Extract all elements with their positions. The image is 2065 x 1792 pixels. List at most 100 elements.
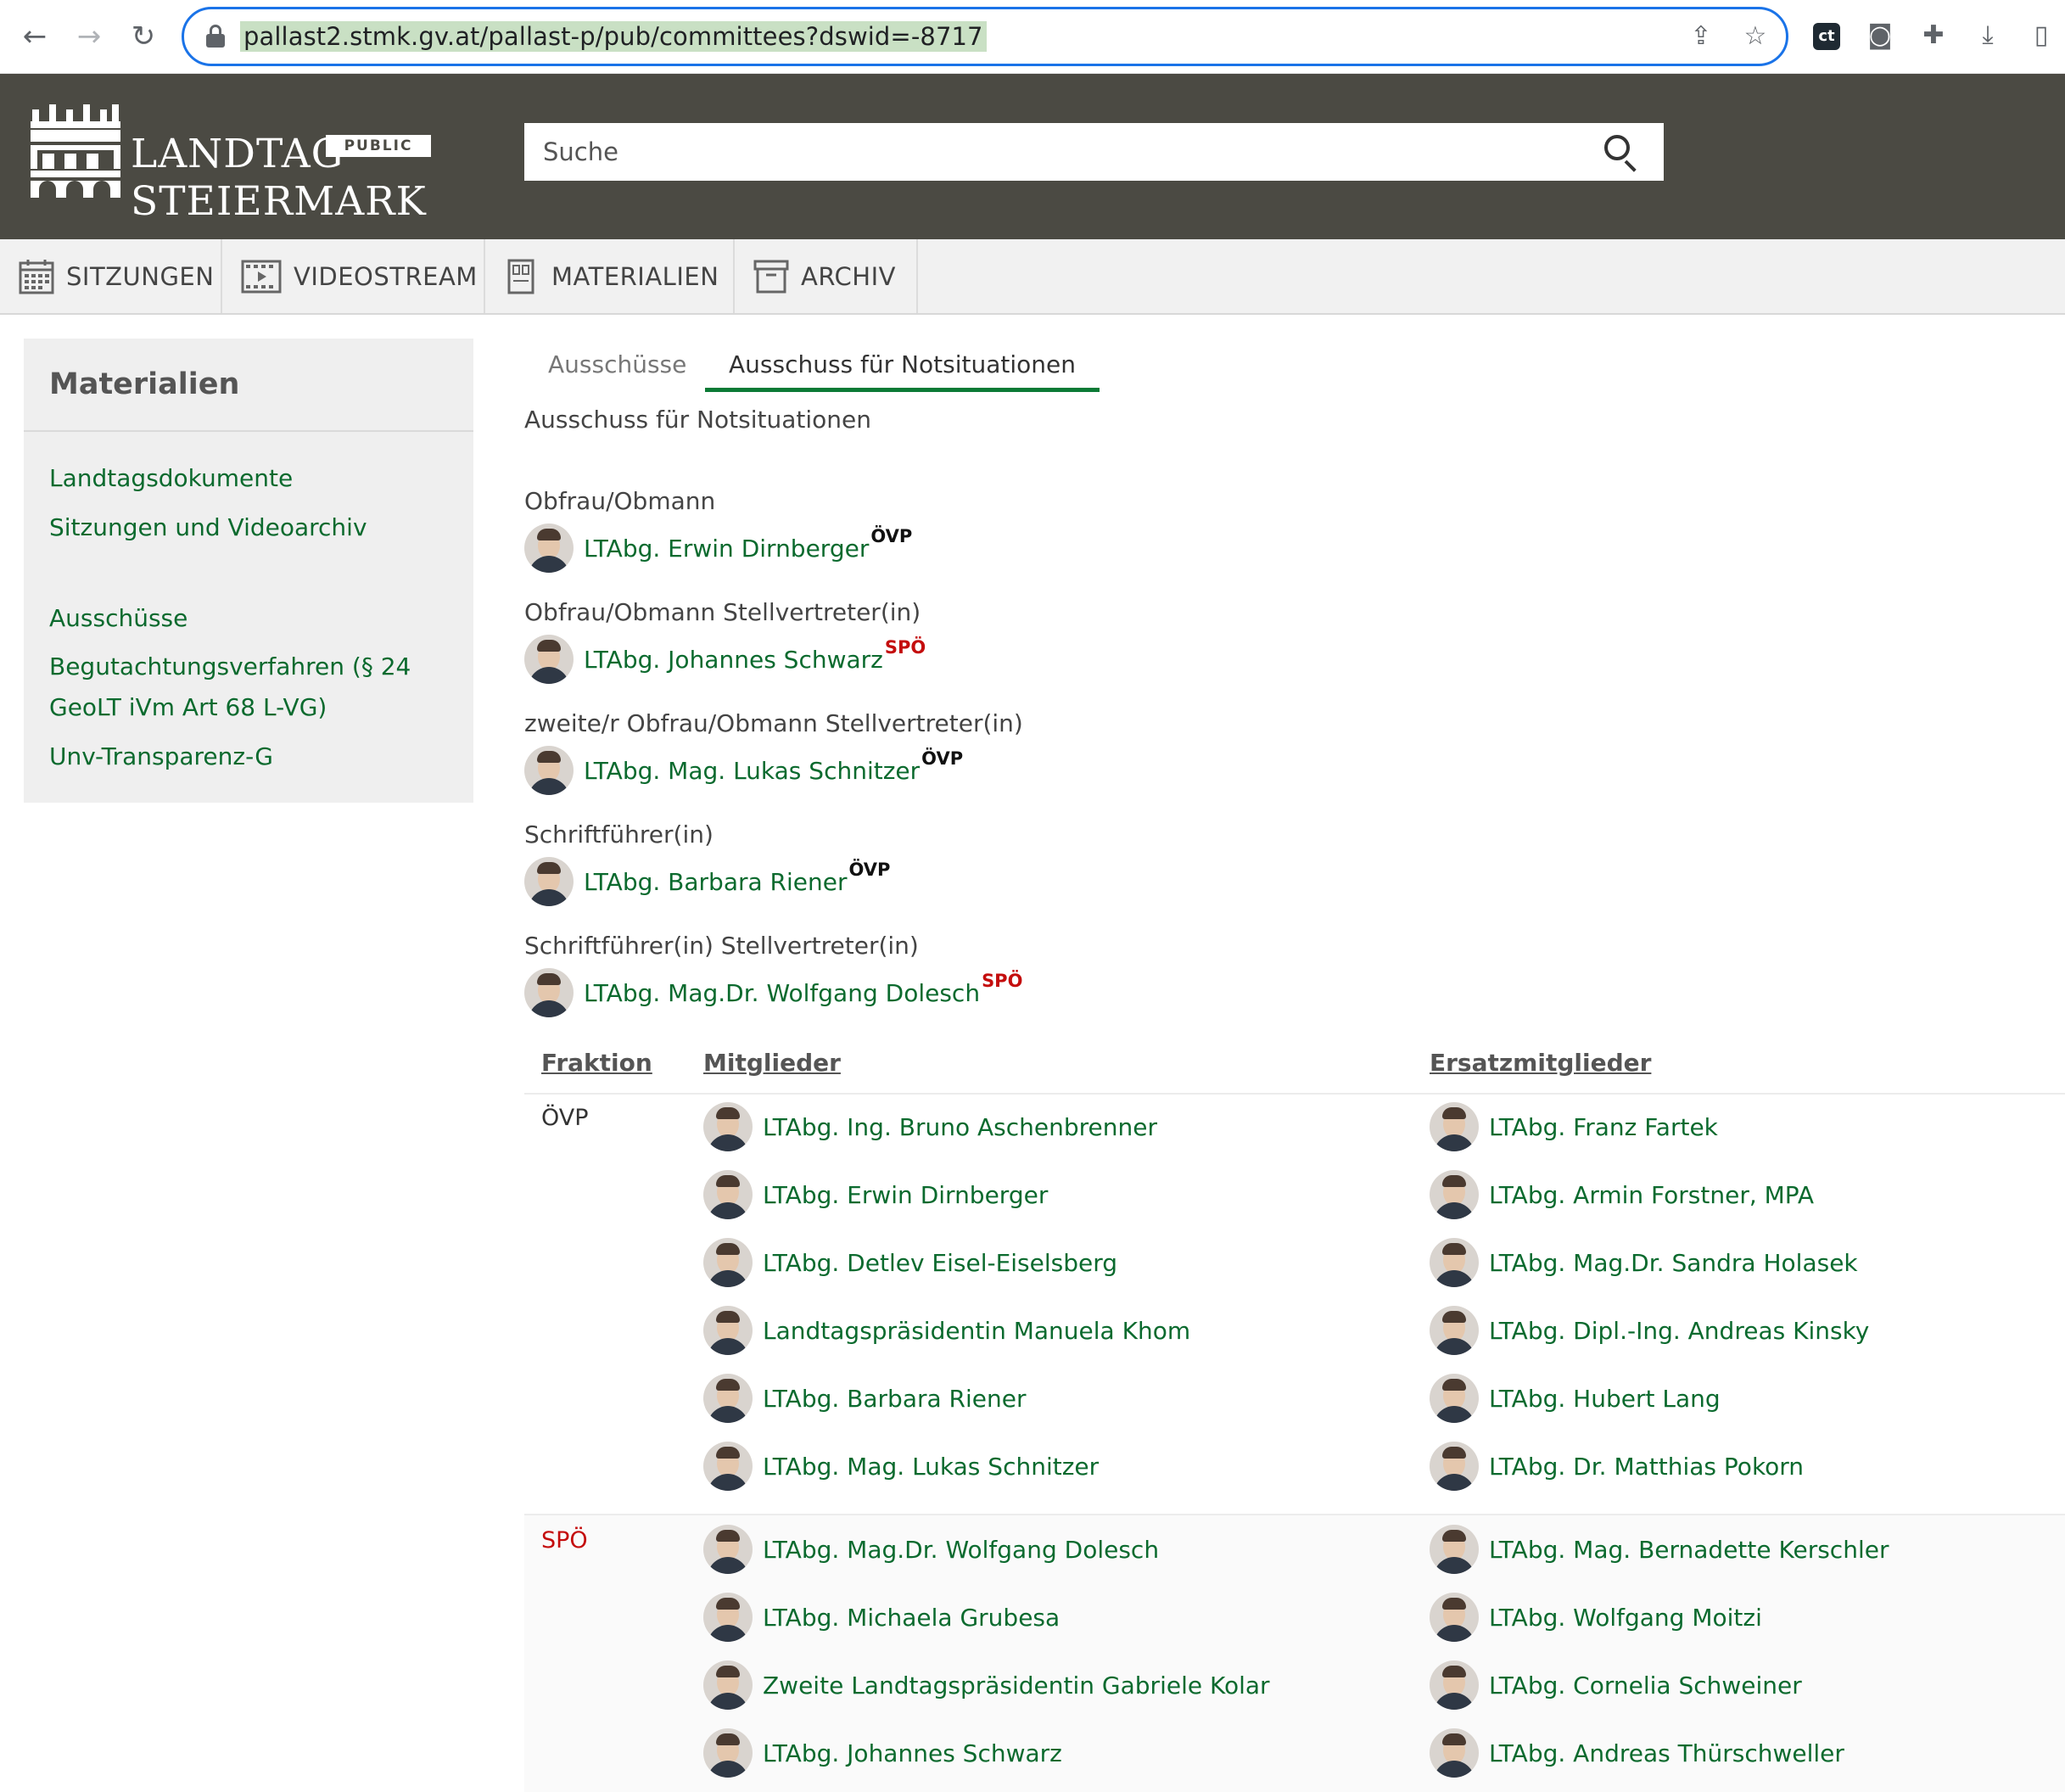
member-row[interactable]: LTAbg. Johannes Schwarz [703,1728,1062,1778]
substitute-row[interactable]: LTAbg. Hubert Lang [1430,1373,1721,1424]
puzzle-extensions-icon[interactable]: ✚ [1917,19,1950,53]
person-name-link[interactable]: LTAbg. Barbara Riener [584,868,848,896]
member-name-link[interactable]: LTAbg. Mag. Lukas Schnitzer [763,1453,1099,1481]
logo-text-steiermark: STEIERMARK [131,178,427,225]
column-header-fraktion[interactable]: Fraktion [541,1049,652,1077]
back-arrow-icon[interactable]: ← [15,17,54,56]
forward-arrow-icon[interactable]: → [70,17,109,56]
member-name-link[interactable]: LTAbg. Barbara Riener [763,1385,1027,1413]
substitute-row[interactable]: LTAbg. Cornelia Schweiner [1430,1660,1802,1711]
fraktion-label: SPÖ [541,1527,588,1554]
sidebar-link-begutachtungsverfahren[interactable]: Begutachtungsverfahren (§ 24 [49,647,411,687]
avatar [1430,1306,1479,1355]
sidebar-link-ausschuesse[interactable]: Ausschüsse [49,598,187,639]
party-label: SPÖ [884,637,926,658]
nav-label: MATERIALIEN [551,261,719,291]
substitute-name-link[interactable]: LTAbg. Dipl.-Ing. Andreas Kinsky [1489,1317,1869,1345]
member-row[interactable]: Landtagspräsidentin Manuela Khom [703,1305,1190,1356]
role-person[interactable]: LTAbg. Erwin Dirnberger ÖVP [524,523,912,574]
person-name-link[interactable]: LTAbg. Mag.Dr. Wolfgang Dolesch [584,979,980,1007]
substitute-row[interactable]: LTAbg. Franz Fartek [1430,1101,1718,1152]
substitute-row[interactable]: LTAbg. Dipl.-Ing. Andreas Kinsky [1430,1305,1869,1356]
nav-item-materialien[interactable]: MATERIALIEN [485,239,735,313]
sidebar-link-unv-transparenz[interactable]: Unv-Transparenz-G [49,736,273,777]
substitute-name-link[interactable]: LTAbg. Mag.Dr. Sandra Holasek [1489,1249,1858,1277]
avatar [703,1728,753,1778]
role-person[interactable]: LTAbg. Johannes Schwarz SPÖ [524,634,926,685]
substitute-row[interactable]: LTAbg. Dr. Matthias Pokorn [1430,1441,1804,1492]
avatar [1430,1374,1479,1423]
role-label: zweite/r Obfrau/Obmann Stellvertreter(in… [524,709,1023,737]
tab-label: Ausschuss für Notsituationen [729,350,1076,378]
avatar [703,1170,753,1219]
sidebar-link-landtagsdokumente[interactable]: Landtagsdokumente [49,458,293,499]
sidepanel-icon[interactable]: ▯ [2024,19,2058,53]
member-row[interactable]: LTAbg. Barbara Riener [703,1373,1027,1424]
role-person[interactable]: LTAbg. Mag.Dr. Wolfgang Dolesch SPÖ [524,967,1022,1018]
nav-item-archiv[interactable]: ARCHIV [735,239,918,313]
person-name-link[interactable]: LTAbg. Johannes Schwarz [584,646,883,674]
substitute-name-link[interactable]: LTAbg. Franz Fartek [1489,1113,1718,1141]
member-name-link[interactable]: LTAbg. Johannes Schwarz [763,1739,1062,1767]
logo-text-landtag: LANDTAG [131,131,344,177]
member-row[interactable]: LTAbg. Mag. Lukas Schnitzer [703,1441,1099,1492]
member-row[interactable]: LTAbg. Michaela Grubesa [703,1592,1060,1643]
nav-item-videostream[interactable]: VIDEOSTREAM [222,239,485,313]
substitute-name-link[interactable]: LTAbg. Mag. Bernadette Kerschler [1489,1536,1889,1564]
avatar [524,968,574,1017]
nav-label: VIDEOSTREAM [294,261,478,291]
tab-ausschuss-notsituationen[interactable]: Ausschuss für Notsituationen [705,343,1100,392]
tab-ausschuesse[interactable]: Ausschüsse [548,343,686,387]
extension-ct-icon[interactable]: ct [1813,23,1840,50]
substitute-row[interactable]: LTAbg. Wolfgang Moitzi [1430,1592,1762,1643]
bookmark-star-icon[interactable]: ☆ [1740,21,1771,52]
sidebar-header: Materialien [24,339,473,432]
member-name-link[interactable]: LTAbg. Ing. Bruno Aschenbrenner [763,1113,1157,1141]
person-name-link[interactable]: LTAbg. Erwin Dirnberger [584,535,869,563]
camera-icon[interactable]: ◙ [1863,19,1897,53]
member-row[interactable]: LTAbg. Erwin Dirnberger [703,1169,1048,1220]
member-row[interactable]: LTAbg. Mag.Dr. Wolfgang Dolesch [703,1524,1159,1575]
person-name-link[interactable]: LTAbg. Mag. Lukas Schnitzer [584,757,920,785]
substitute-row[interactable]: LTAbg. Andreas Thürschweller [1430,1728,1844,1778]
sidebar-link-sitzungen-videoarchiv[interactable]: Sitzungen und Videoarchiv [49,507,367,548]
member-row[interactable]: Zweite Landtagspräsidentin Gabriele Kola… [703,1660,1270,1711]
member-name-link[interactable]: LTAbg. Michaela Grubesa [763,1604,1060,1632]
avatar [703,1374,753,1423]
substitute-name-link[interactable]: LTAbg. Andreas Thürschweller [1489,1739,1844,1767]
landtag-logo[interactable]: LANDTAG STEIERMARK PUBLIC [31,104,441,225]
member-name-link[interactable]: Landtagspräsidentin Manuela Khom [763,1317,1190,1345]
share-icon[interactable]: ⇪ [1686,21,1716,52]
nav-item-sitzungen[interactable]: SITZUNGEN [0,239,222,313]
member-name-link[interactable]: LTAbg. Mag.Dr. Wolfgang Dolesch [763,1536,1159,1564]
substitute-name-link[interactable]: LTAbg. Dr. Matthias Pokorn [1489,1453,1804,1481]
substitute-row[interactable]: LTAbg. Mag.Dr. Sandra Holasek [1430,1237,1858,1288]
column-header-ersatzmitglieder[interactable]: Ersatzmitglieder [1430,1049,1651,1077]
url-text[interactable]: pallast2.stmk.gv.at/pallast-p/pub/commit… [240,21,987,52]
download-icon[interactable]: ⤓ [1971,19,2005,53]
lock-icon[interactable] [206,25,225,48]
avatar [703,1102,753,1151]
role-person[interactable]: LTAbg. Barbara Riener ÖVP [524,856,890,907]
member-name-link[interactable]: LTAbg. Erwin Dirnberger [763,1181,1048,1209]
reload-icon[interactable]: ↻ [124,17,163,56]
substitute-row[interactable]: LTAbg. Mag. Bernadette Kerschler [1430,1524,1889,1575]
substitute-name-link[interactable]: LTAbg. Armin Forstner, MPA [1489,1181,1814,1209]
substitute-name-link[interactable]: LTAbg. Cornelia Schweiner [1489,1672,1802,1700]
avatar [524,635,574,684]
substitute-name-link[interactable]: LTAbg. Hubert Lang [1489,1385,1721,1413]
column-header-mitglieder[interactable]: Mitglieder [703,1049,841,1077]
address-bar[interactable]: pallast2.stmk.gv.at/pallast-p/pub/commit… [182,7,1788,66]
member-row[interactable]: LTAbg. Ing. Bruno Aschenbrenner [703,1101,1157,1152]
substitute-name-link[interactable]: LTAbg. Wolfgang Moitzi [1489,1604,1762,1632]
search-icon[interactable] [1604,135,1638,172]
avatar [1430,1660,1479,1710]
avatar [703,1306,753,1355]
member-row[interactable]: LTAbg. Detlev Eisel-Eiselsberg [703,1237,1117,1288]
role-person[interactable]: LTAbg. Mag. Lukas Schnitzer ÖVP [524,745,963,796]
search-input[interactable] [524,123,1593,181]
member-name-link[interactable]: LTAbg. Detlev Eisel-Eiselsberg [763,1249,1117,1277]
substitute-row[interactable]: LTAbg. Armin Forstner, MPA [1430,1169,1814,1220]
sidebar-link-begutachtungsverfahren-line2[interactable]: GeoLT iVm Art 68 L-VG) [49,687,327,728]
member-name-link[interactable]: Zweite Landtagspräsidentin Gabriele Kola… [763,1672,1270,1700]
